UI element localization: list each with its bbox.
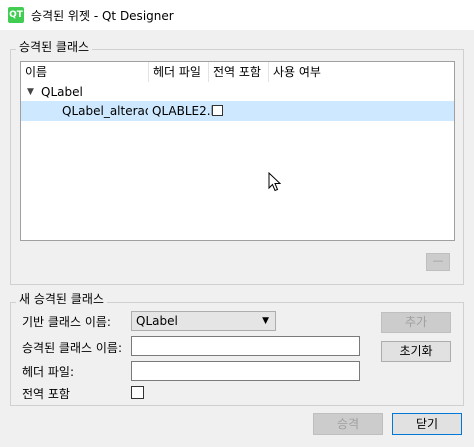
global-include-checkbox[interactable] (131, 386, 144, 399)
promoted-class-name: QLabel_alterada (62, 104, 148, 118)
tree-row-base-class[interactable]: ▼ QLabel (21, 82, 454, 102)
header-file-label: 헤더 파일: (22, 365, 75, 379)
header-file-input[interactable] (131, 361, 360, 381)
promoted-classes-group-title: 승격된 클래스 (16, 38, 93, 55)
qt-designer-icon: QT (8, 7, 24, 23)
global-include-label: 전역 포함 (22, 387, 70, 401)
new-promoted-class-group-title: 새 승격된 클래스 (16, 290, 107, 307)
close-button[interactable]: 닫기 (392, 413, 462, 435)
title-bar: QT 승격된 위젯 - Qt Designer (0, 0, 474, 30)
base-class-select[interactable]: QLabel ▼ (131, 311, 276, 331)
chevron-down-icon[interactable]: ▼ (27, 82, 34, 102)
global-include-checkbox-row[interactable] (212, 105, 223, 116)
window-title: 승격된 위젯 - Qt Designer (31, 8, 174, 23)
tree-row-promoted-class[interactable]: QLabel_alterada QLABLE2.h (21, 101, 454, 121)
promoted-class-header: QLABLE2.h (152, 104, 219, 118)
base-class-name: QLabel (41, 85, 83, 99)
reset-button[interactable]: 초기화 (381, 341, 451, 362)
remove-class-button[interactable]: — (426, 253, 450, 271)
mouse-cursor-icon (268, 172, 282, 192)
column-header-global-include[interactable]: 전역 포함 (209, 62, 269, 82)
promoted-class-name-label: 승격된 클래스 이름: (22, 341, 122, 355)
promoted-class-name-input[interactable] (131, 336, 360, 356)
promote-button[interactable]: 승격 (313, 413, 383, 435)
base-class-label: 기반 클래스 이름: (22, 315, 111, 329)
tree-header: 이름 헤더 파일 전역 포함 사용 여부 (21, 62, 454, 82)
promoted-classes-tree[interactable]: 이름 헤더 파일 전역 포함 사용 여부 ▼ QLabel QLabel_alt… (20, 61, 455, 241)
add-button[interactable]: 추가 (381, 312, 451, 333)
column-header-header-file[interactable]: 헤더 파일 (149, 62, 209, 82)
column-header-name[interactable]: 이름 (21, 62, 149, 82)
chevron-down-icon: ▼ (262, 316, 269, 326)
column-header-usage[interactable]: 사용 여부 (269, 62, 339, 82)
base-class-select-value: QLabel (136, 314, 178, 328)
